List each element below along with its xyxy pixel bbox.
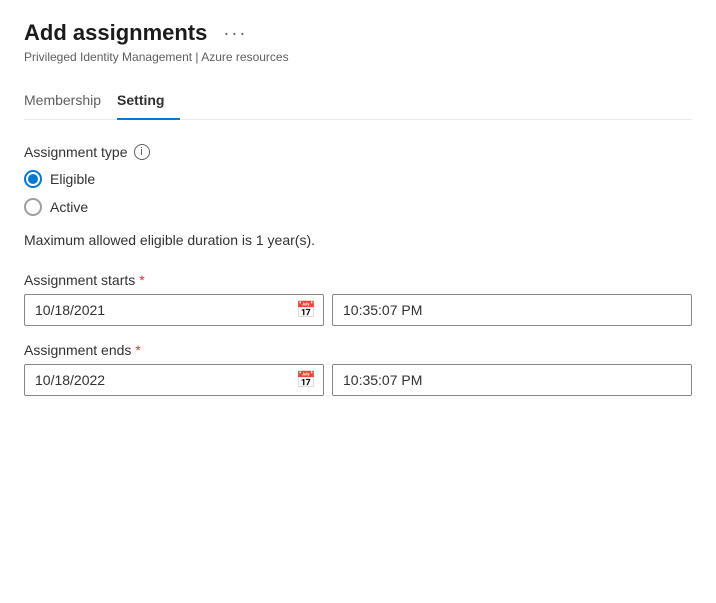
radio-input-active[interactable]: [24, 198, 42, 216]
tab-setting[interactable]: Setting: [117, 84, 180, 120]
page-header: Add assignments ···: [24, 20, 692, 46]
starts-required-star: *: [139, 272, 144, 288]
assignment-type-info-icon[interactable]: i: [134, 144, 150, 160]
assignment-type-label: Assignment type i: [24, 144, 692, 160]
assignment-starts-group: Assignment starts * 📅: [24, 272, 692, 326]
radio-input-eligible[interactable]: [24, 170, 42, 188]
radio-eligible[interactable]: Eligible: [24, 170, 692, 188]
ellipsis-button[interactable]: ···: [217, 21, 253, 46]
assignment-ends-row: 📅: [24, 364, 692, 396]
assignment-type-radio-group: Eligible Active: [24, 170, 692, 216]
max-duration-info: Maximum allowed eligible duration is 1 y…: [24, 232, 692, 248]
radio-active[interactable]: Active: [24, 198, 692, 216]
ends-required-star: *: [135, 342, 140, 358]
ends-time-input[interactable]: [332, 364, 692, 396]
assignment-ends-label: Assignment ends *: [24, 342, 692, 358]
ends-date-input[interactable]: [24, 364, 324, 396]
tab-bar: Membership Setting: [24, 84, 692, 120]
ends-date-wrap: 📅: [24, 364, 324, 396]
starts-date-input[interactable]: [24, 294, 324, 326]
radio-label-eligible: Eligible: [50, 171, 95, 187]
assignment-starts-label: Assignment starts *: [24, 272, 692, 288]
tab-membership[interactable]: Membership: [24, 84, 117, 120]
breadcrumb: Privileged Identity Management | Azure r…: [24, 50, 692, 64]
radio-label-active: Active: [50, 199, 88, 215]
page-container: Add assignments ··· Privileged Identity …: [24, 20, 692, 396]
starts-date-wrap: 📅: [24, 294, 324, 326]
starts-time-input[interactable]: [332, 294, 692, 326]
assignment-ends-group: Assignment ends * 📅: [24, 342, 692, 396]
page-title: Add assignments: [24, 20, 207, 46]
assignment-starts-row: 📅: [24, 294, 692, 326]
